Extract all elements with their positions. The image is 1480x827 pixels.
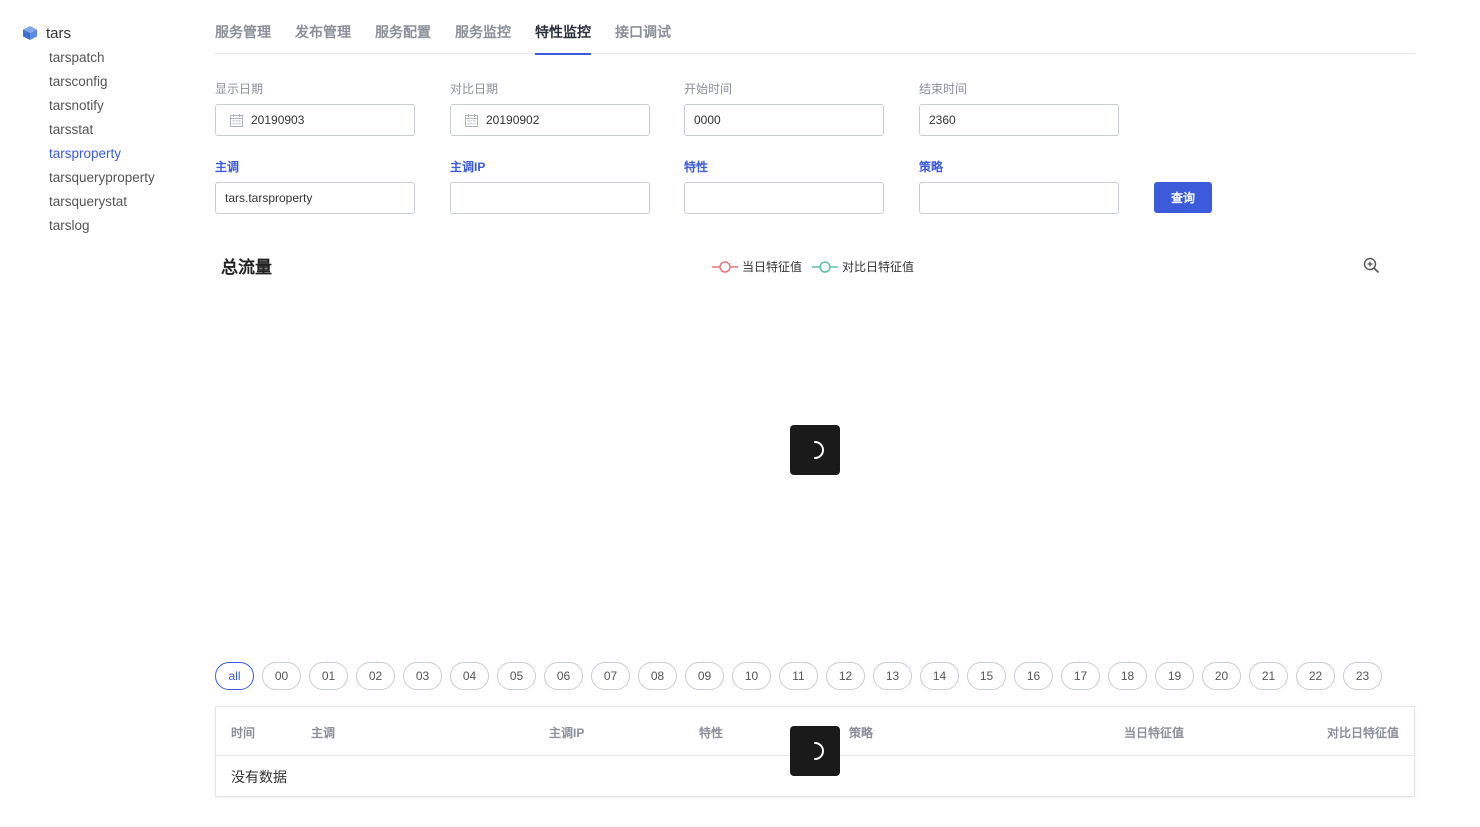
tree-item-tarsnotify[interactable]: tarsnotify [49, 94, 192, 118]
tree-item-tarspatch[interactable]: tarspatch [49, 46, 192, 70]
column-header-time[interactable]: 时间 [231, 724, 255, 741]
start-time-input[interactable]: 0000 [684, 104, 884, 136]
compare-date-value: 20190902 [486, 113, 540, 127]
hour-filter: all 00 01 02 03 04 05 06 07 08 09 10 11 12 13 14 15 16 17 1… [215, 662, 1390, 690]
show-date-field: 显示日期 [215, 80, 263, 98]
tab-service-config[interactable]: 服务配置 [375, 14, 431, 54]
table-loading-spinner [790, 726, 840, 776]
tab-service-management[interactable]: 服务管理 [215, 14, 271, 54]
hour-pill-12[interactable]: 12 [826, 662, 865, 690]
hour-pill-all[interactable]: all [215, 662, 254, 690]
hour-pill-17[interactable]: 17 [1061, 662, 1100, 690]
chart-legend: 当日特征值 对比日特征值 [712, 258, 924, 275]
service-tree: tars tarspatch tarsconfig tarsnotify tar… [22, 22, 192, 238]
query-button[interactable]: 查询 [1154, 182, 1212, 213]
column-header-compare-value[interactable]: 对比日特征值 [1327, 724, 1399, 741]
column-header-today-value[interactable]: 当日特征值 [1124, 724, 1184, 741]
tree-item-tarsquerystat[interactable]: tarsquerystat [49, 190, 192, 214]
hour-pill-18[interactable]: 18 [1108, 662, 1147, 690]
tree-root-tars[interactable]: tars [22, 22, 192, 44]
legend-label-compare: 对比日特征值 [842, 260, 915, 274]
master-input[interactable]: tars.tarsproperty [215, 182, 415, 214]
hour-pill-14[interactable]: 14 [920, 662, 959, 690]
empty-text: 没有数据 [231, 768, 287, 785]
hour-pill-13[interactable]: 13 [873, 662, 912, 690]
cube-icon [23, 26, 37, 40]
main-tabs: 服务管理 发布管理 服务配置 服务监控 特性监控 接口调试 [215, 14, 1415, 55]
hour-pill-22[interactable]: 22 [1296, 662, 1335, 690]
hour-pill-06[interactable]: 06 [544, 662, 583, 690]
policy-label: 策略 [919, 160, 944, 174]
show-date-label: 显示日期 [215, 82, 264, 96]
spinner-icon [814, 742, 824, 760]
hour-pill-02[interactable]: 02 [356, 662, 395, 690]
end-time-value: 2360 [929, 113, 956, 127]
tree-item-tarsstat[interactable]: tarsstat [49, 118, 192, 142]
master-field: 主调 [215, 158, 239, 176]
hour-pill-08[interactable]: 08 [638, 662, 677, 690]
hour-pill-07[interactable]: 07 [591, 662, 630, 690]
spinner-icon [814, 441, 824, 459]
chart-loading-spinner [790, 425, 840, 475]
start-time-field: 开始时间 [684, 80, 732, 98]
master-label: 主调 [215, 160, 240, 174]
property-field: 特性 [684, 158, 708, 176]
calendar-icon [230, 113, 243, 127]
hour-pill-04[interactable]: 04 [450, 662, 489, 690]
hour-pill-20[interactable]: 20 [1202, 662, 1241, 690]
hour-pill-05[interactable]: 05 [497, 662, 536, 690]
compare-date-field: 对比日期 [450, 80, 498, 98]
end-time-field: 结束时间 [919, 80, 967, 98]
tab-service-monitor[interactable]: 服务监控 [455, 14, 511, 54]
property-label: 特性 [684, 160, 709, 174]
show-date-input[interactable]: 20190903 [215, 104, 415, 136]
tree-item-tarsproperty[interactable]: tarsproperty [49, 142, 192, 166]
end-time-label: 结束时间 [919, 82, 968, 96]
legend-item-compare[interactable]: 对比日特征值 [812, 258, 914, 275]
show-date-value: 20190903 [251, 113, 305, 127]
hour-pill-01[interactable]: 01 [309, 662, 348, 690]
policy-input[interactable] [919, 182, 1119, 214]
master-ip-input[interactable] [450, 182, 650, 214]
hour-pill-21[interactable]: 21 [1249, 662, 1288, 690]
hour-pill-09[interactable]: 09 [685, 662, 724, 690]
zoom-in-icon[interactable] [1363, 257, 1380, 274]
property-input[interactable] [684, 182, 884, 214]
hour-pill-16[interactable]: 16 [1014, 662, 1053, 690]
column-header-master-ip[interactable]: 主调IP [549, 724, 584, 741]
hour-pill-15[interactable]: 15 [967, 662, 1006, 690]
hour-pill-10[interactable]: 10 [732, 662, 771, 690]
hour-pill-23[interactable]: 23 [1343, 662, 1382, 690]
tree-children: tarspatch tarsconfig tarsnotify tarsstat… [49, 46, 192, 238]
tree-root-label: tars [46, 24, 72, 42]
tab-interface-debug[interactable]: 接口调试 [615, 14, 671, 54]
hour-pill-19[interactable]: 19 [1155, 662, 1194, 690]
tree-item-tarsqueryproperty[interactable]: tarsqueryproperty [49, 166, 192, 190]
tree-item-tarslog[interactable]: tarslog [49, 214, 192, 238]
tab-property-monitor[interactable]: 特性监控 [535, 14, 591, 55]
legend-marker-today [712, 260, 738, 273]
column-header-policy[interactable]: 策略 [849, 724, 873, 741]
hour-pill-11[interactable]: 11 [779, 662, 818, 690]
policy-field: 策略 [919, 158, 943, 176]
start-time-value: 0000 [694, 113, 721, 127]
start-time-label: 开始时间 [684, 82, 733, 96]
column-header-property[interactable]: 特性 [699, 724, 723, 741]
chart-title: 总流量 [221, 258, 272, 277]
legend-item-today[interactable]: 当日特征值 [712, 258, 802, 275]
end-time-input[interactable]: 2360 [919, 104, 1119, 136]
hour-pill-03[interactable]: 03 [403, 662, 442, 690]
column-header-master[interactable]: 主调 [311, 724, 335, 741]
master-ip-field: 主调IP [450, 158, 485, 176]
hour-pill-00[interactable]: 00 [262, 662, 301, 690]
compare-date-label: 对比日期 [450, 82, 499, 96]
legend-label-today: 当日特征值 [742, 260, 803, 274]
master-value: tars.tarsproperty [225, 191, 313, 205]
tab-release-management[interactable]: 发布管理 [295, 14, 351, 54]
legend-marker-compare [812, 260, 839, 273]
compare-date-input[interactable]: 20190902 [450, 104, 650, 136]
master-ip-label: 主调IP [450, 160, 486, 174]
calendar-icon [465, 113, 478, 127]
tree-item-tarsconfig[interactable]: tarsconfig [49, 70, 192, 94]
